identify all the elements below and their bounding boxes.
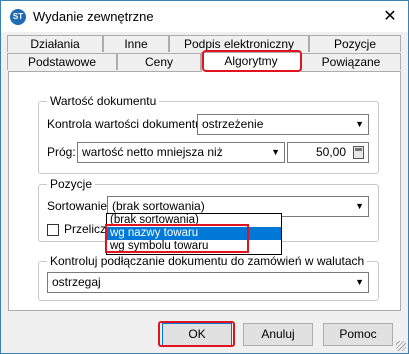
chevron-down-icon: ▼ [355,119,364,129]
tab-powiazane[interactable]: Powiązane [301,53,401,70]
tab-highlight-marker [202,50,302,72]
prog-value: wartość netto mniejsza niż [82,145,223,159]
pozycje-group-title: Pozycje [47,177,96,191]
window-title: Wydanie zewnętrzne [33,9,154,24]
tab-dzialania[interactable]: Działania [7,35,103,52]
close-icon[interactable]: ✕ [381,8,399,26]
calculator-icon[interactable] [353,146,364,159]
zamowienia-group-title: Kontroluj podłączanie dokumentu do zamów… [47,254,368,268]
chevron-down-icon: ▼ [355,277,364,287]
cancel-button[interactable]: Anuluj [243,323,313,346]
sortowanie-label: Sortowanie: [47,199,111,213]
app-logo-icon: ST [10,9,26,25]
zamowienia-group: Kontroluj podłączanie dokumentu do zamów… [38,254,379,301]
algorytmy-panel: Wartość dokumentu Kontrola wartości doku… [8,71,401,311]
przeliczaj-checkbox[interactable] [47,224,59,236]
prog-amount-input[interactable]: 50,00 [287,142,369,163]
dropdown-highlight-marker [105,224,249,253]
kontrola-select[interactable]: ostrzeżenie ▼ [197,114,369,135]
zamowienia-value: ostrzegaj [52,275,101,289]
ok-highlight-marker [158,321,235,347]
tab-podstawowe[interactable]: Podstawowe [7,53,117,70]
resize-grip[interactable] [396,341,406,351]
wartosc-dokumentu-group: Wartość dokumentu Kontrola wartości doku… [38,94,379,174]
help-button[interactable]: Pomoc [323,323,393,346]
kontrola-value: ostrzeżenie [202,117,264,131]
prog-amount-value: 50,00 [315,145,346,159]
prog-select[interactable]: wartość netto mniejsza niż ▼ [77,142,285,163]
chevron-down-icon: ▼ [355,201,364,211]
kontrola-label: Kontrola wartości dokumentu: [47,117,206,131]
tab-pozycje[interactable]: Pozycje [309,35,401,52]
sortowanie-value: (brak sortowania) [112,199,205,213]
title-bar[interactable]: ST Wydanie zewnętrzne ✕ [1,1,408,32]
tab-ceny[interactable]: Ceny [117,53,201,70]
prog-label: Próg: [47,145,76,159]
dialog-window: ST Wydanie zewnętrzne ✕ Działania Inne P… [0,0,409,354]
chevron-down-icon: ▼ [271,147,280,157]
wartosc-group-title: Wartość dokumentu [47,94,160,108]
zamowienia-select[interactable]: ostrzegaj ▼ [47,272,369,293]
tab-inne[interactable]: Inne [103,35,169,52]
